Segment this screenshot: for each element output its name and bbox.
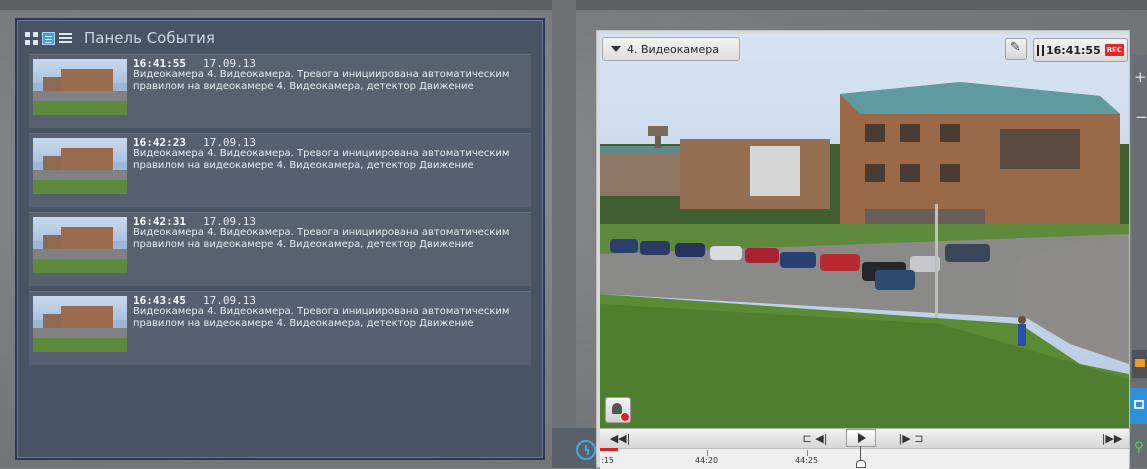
event-thumbnail (33, 59, 127, 115)
timeline-alarm-marker (600, 448, 618, 451)
event-panel: Панель События 16:41:55 17.09.13 Видеока… (15, 18, 545, 460)
camera-title: 4. Видеокамера (627, 42, 719, 56)
pause-icon (1037, 44, 1044, 56)
alarm-indicator (620, 412, 630, 422)
alarm-bell-icon (612, 403, 622, 414)
camera-time: 16:41:55 (1046, 43, 1101, 57)
alarm-button[interactable] (605, 397, 631, 423)
layout-icon[interactable] (1130, 388, 1147, 424)
event-item[interactable]: 16:43:45 17.09.13 Видеокамера 4. Видеока… (29, 291, 531, 365)
timeline-label: 44:20 (695, 456, 719, 465)
monitor-icon[interactable] (1132, 350, 1147, 378)
forward-button[interactable]: |▶▶ (1098, 430, 1126, 446)
list-view-icon[interactable] (59, 32, 72, 45)
timeline-label: 44:25 (795, 456, 819, 465)
camera-clock[interactable]: 16:41:55 REC (1033, 38, 1129, 62)
list-with-images-view-icon[interactable] (42, 31, 55, 45)
timeline-label: :15 (601, 456, 614, 465)
chevron-down-icon (611, 46, 621, 52)
event-item[interactable]: 16:41:55 17.09.13 Видеокамера 4. Видеока… (29, 54, 531, 128)
event-thumbnail (33, 217, 127, 273)
event-panel-title: Панель События (84, 29, 215, 47)
event-description: Видеокамера 4. Видеокамера. Тревога иниц… (133, 306, 510, 329)
event-description: Видеокамера 4. Видеокамера. Тревога иниц… (133, 227, 510, 250)
play-button[interactable] (846, 429, 876, 447)
edit-button[interactable] (1005, 38, 1027, 60)
event-description: Видеокамера 4. Видеокамера. Тревога иниц… (133, 148, 510, 171)
event-thumbnail (33, 296, 127, 352)
grid-view-icon[interactable] (25, 31, 38, 45)
camera-selector[interactable]: 4. Видеокамера (602, 37, 740, 61)
event-item[interactable]: 16:42:23 17.09.13 Видеокамера 4. Видеока… (29, 133, 531, 207)
frame-forward-button[interactable]: |▶ ⊐ (886, 430, 936, 446)
timeline-cursor[interactable] (856, 446, 866, 468)
search-icon[interactable]: ⚲ (1134, 440, 1144, 455)
event-thumbnail (33, 138, 127, 194)
clock-icon[interactable] (576, 440, 596, 460)
camera-video[interactable] (600, 34, 1129, 428)
frame-back-button[interactable]: ⊏ ◀| (790, 430, 840, 446)
event-item[interactable]: 16:42:31 17.09.13 Видеокамера 4. Видеока… (29, 212, 531, 286)
layout-divider (552, 0, 576, 468)
event-description: Видеокамера 4. Видеокамера. Тревога иниц… (133, 69, 510, 92)
rewind-button[interactable]: ◀◀| (606, 430, 634, 446)
minus-icon[interactable]: − (1135, 108, 1147, 126)
plus-icon[interactable]: + (1134, 68, 1147, 86)
event-list: 16:41:55 17.09.13 Видеокамера 4. Видеока… (29, 54, 531, 370)
rec-badge: REC (1104, 44, 1125, 56)
event-panel-header: Панель События (25, 26, 215, 50)
